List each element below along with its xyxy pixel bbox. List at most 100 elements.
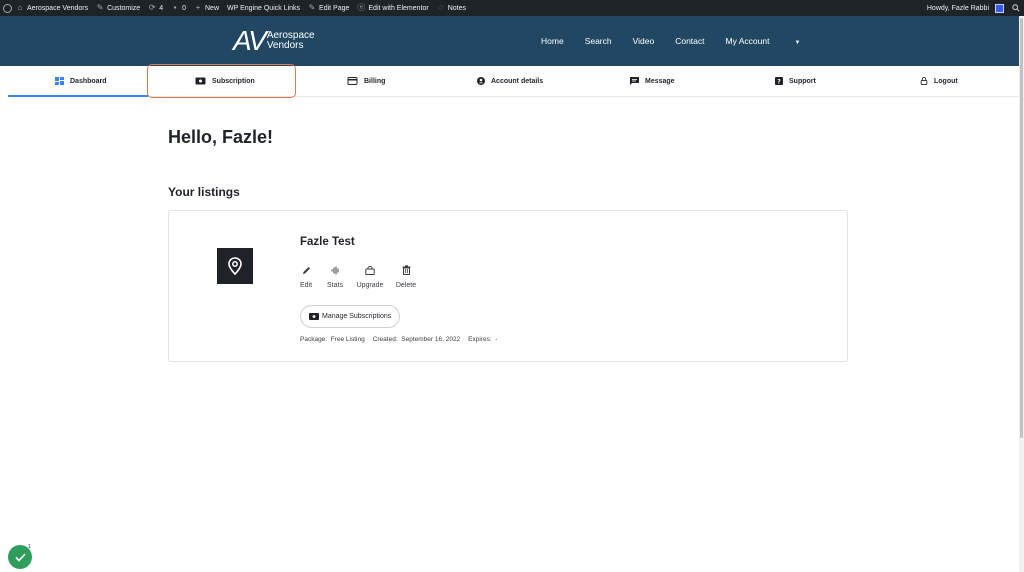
notes-label: Notes [447,4,466,12]
plus-icon: + [195,3,201,12]
listing-title[interactable]: Fazle Test [300,236,355,248]
badge-count: 1 [28,544,31,550]
nav-home[interactable]: Home [541,36,564,46]
admin-new-label: New [205,4,220,12]
site-logo[interactable]: AV Aerospace Vendors [233,25,315,57]
edit-page-label: Edit Page [319,4,350,12]
upgrade-label: Upgrade [356,282,384,289]
lock-icon [920,77,928,85]
pencil-icon [302,264,311,276]
svg-text:?: ? [777,79,781,86]
edit-action[interactable]: Edit [300,264,312,289]
admin-edit-page-link[interactable]: ✎ Edit Page [304,0,353,16]
admin-search-button[interactable] [1008,0,1024,16]
admin-new-link[interactable]: + New [190,0,223,16]
delete-action[interactable]: Delete [395,264,417,289]
active-tab-indicator [8,95,148,97]
listing-card: Fazle Test Edit Stats Upgrade Delete Man… [168,210,848,362]
created-value: September 16, 2022 [401,336,461,343]
delete-label: Delete [395,282,417,289]
manage-subscriptions-label: Manage Subscriptions [322,313,392,320]
listing-meta: Package: Free Listing Created: September… [300,336,497,343]
listing-actions: Edit Stats Upgrade Delete [300,264,417,289]
tab-message-label: Message [645,77,675,85]
package-label: Package: [300,336,328,343]
caret-down-icon: ▼ [794,40,801,46]
tab-billing-label: Billing [364,77,386,85]
tab-dashboard-label: Dashboard [70,77,107,85]
comments-count: 0 [182,4,186,12]
stats-icon [331,264,340,276]
home-icon: ⌂ [17,3,23,12]
nav-contact[interactable]: Contact [675,36,704,46]
created-label: Created: [372,336,398,343]
stats-action[interactable]: Stats [327,264,343,289]
admin-updates-link[interactable]: ⟳ 4 [144,0,167,16]
section-title: Your listings [168,185,240,199]
tab-message[interactable]: Message [630,66,675,96]
admin-elementor-link[interactable]: ⓔ Edit with Elementor [353,0,432,16]
admin-comments-link[interactable]: ▪ 0 [167,0,190,16]
created-info: Created: September 16, 2022 [373,336,460,343]
tab-dashboard[interactable]: Dashboard [55,66,107,96]
tab-logout[interactable]: Logout [920,66,958,96]
tab-account-details[interactable]: Account details [477,66,543,96]
howdy-label: Howdy, Fazle Rabbi [926,4,989,12]
package-info: Package: Free Listing [300,336,365,343]
credit-card-icon [347,77,358,85]
bag-icon [365,264,375,276]
page-scrollbar[interactable] [1019,16,1024,572]
speech-bubble-icon: ◌ [438,3,444,12]
wp-admin-bar: ⌂ Aerospace Vendors ✎ Customize ⟳ 4 ▪ 0 … [0,0,1024,16]
search-icon [1012,4,1020,12]
comment-icon: ▪ [173,3,177,12]
expires-label: Expires: [468,336,492,343]
admin-wp-engine-link[interactable]: WP Engine Quick Links [223,0,304,16]
tab-billing[interactable]: Billing [347,66,385,96]
admin-notes-link[interactable]: ◌ Notes [433,0,470,16]
expires-info: Expires: - [468,336,497,343]
tab-support-label: Support [789,77,816,85]
logo-line-2: Vendors [266,40,304,51]
user-circle-icon [477,77,485,85]
nav-my-account[interactable]: My Account ▼ [726,36,822,46]
package-value: Free Listing [330,336,365,343]
avatar [995,3,1004,13]
highlight-annotation [147,64,296,98]
tab-logout-label: Logout [934,77,958,85]
upgrade-action[interactable]: Upgrade [356,264,384,289]
trash-icon [402,264,411,276]
question-square-icon: ? [775,77,783,85]
admin-customize-link[interactable]: ✎ Customize [92,0,144,16]
nav-video[interactable]: Video [633,36,655,46]
brush-icon: ✎ [96,3,104,12]
pencil-icon: ✎ [308,3,316,12]
stats-label: Stats [327,282,343,289]
check-icon [14,552,26,562]
admin-site-name: Aerospace Vendors [27,4,89,12]
elementor-icon: ⓔ [357,3,366,12]
site-header: AV Aerospace Vendors Home Search Video C… [0,16,1019,66]
admin-account-link[interactable]: Howdy, Fazle Rabbi [923,0,1008,16]
admin-site-link[interactable]: ⌂ Aerospace Vendors [12,0,92,16]
listing-thumbnail[interactable] [217,248,253,284]
tab-support[interactable]: ? Support [775,66,816,96]
updates-icon: ⟳ [148,3,156,12]
elementor-label: Edit with Elementor [368,4,429,12]
edit-label: Edit [299,282,313,289]
page-title: Hello, Fazle! [168,127,274,147]
dashboard-icon [55,77,64,85]
admin-customize-label: Customize [107,4,141,12]
message-icon [630,77,639,85]
expires-value: - [495,336,498,343]
map-pin-icon [228,257,242,275]
nav-my-account-label: My Account [725,36,770,46]
wp-engine-label: WP Engine Quick Links [227,4,301,12]
wordpress-logo-icon[interactable] [3,3,12,13]
nav-search[interactable]: Search [585,36,612,46]
ticket-icon [309,313,319,320]
logo-mark: AV [233,25,267,56]
updates-count: 4 [159,4,164,12]
manage-subscriptions-button[interactable]: Manage Subscriptions [300,305,401,328]
scrollbar-thumb[interactable] [1020,18,1023,438]
